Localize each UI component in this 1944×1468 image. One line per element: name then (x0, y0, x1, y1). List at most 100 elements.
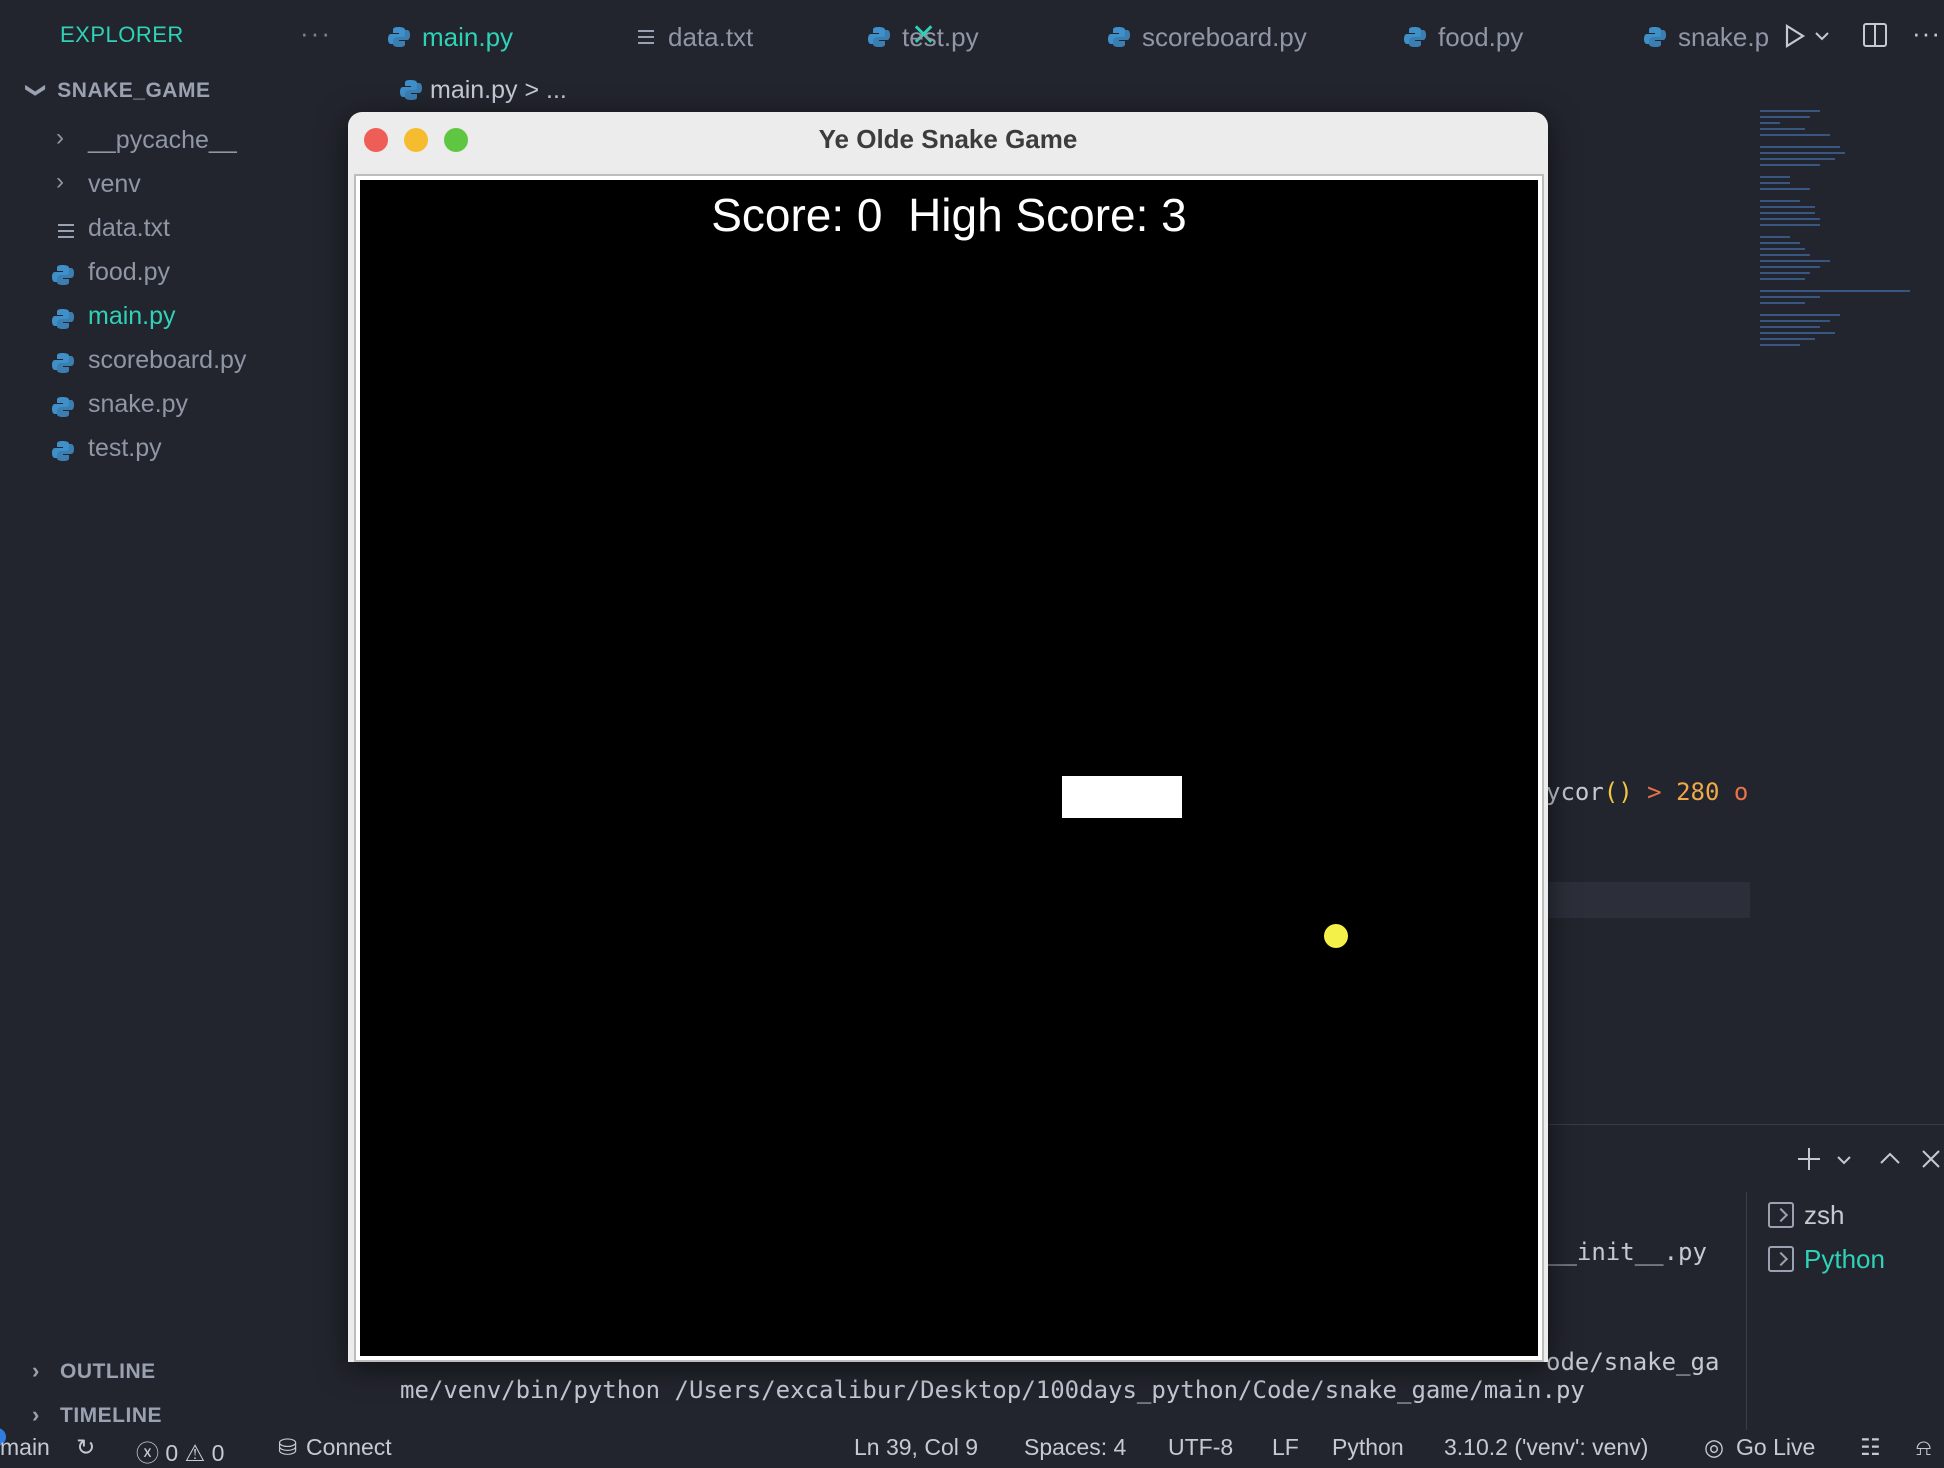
chevron-right-icon: › (56, 168, 64, 195)
split-editor-icon[interactable] (1862, 22, 1888, 48)
feedback-icon[interactable]: ☷ (1860, 1434, 1881, 1461)
python-file-icon (388, 27, 410, 47)
code-token: ycor (1546, 778, 1604, 806)
run-icon[interactable] (1784, 24, 1806, 48)
terminal-list-divider (1746, 1192, 1747, 1432)
broadcast-icon[interactable]: ◎ (1704, 1434, 1724, 1461)
folder-snake-game[interactable]: ❯ SNAKE_GAME (25, 78, 211, 103)
more-actions-icon[interactable]: ··· (1912, 18, 1941, 49)
cursor-position[interactable]: Ln 39, Col 9 (854, 1434, 978, 1461)
chevron-right-icon: › (32, 1402, 40, 1427)
terminal-icon (1768, 1246, 1794, 1272)
text-file-icon (638, 30, 654, 48)
go-live-label[interactable]: Go Live (1736, 1434, 1815, 1461)
tab-scoreboard-py[interactable]: scoreboard.py (1108, 18, 1318, 58)
tree-item-test-py[interactable]: test.py (0, 428, 352, 472)
tree-item-label: venv (88, 170, 141, 198)
timeline-label: TIMELINE (60, 1404, 162, 1427)
python-file-icon (52, 309, 74, 329)
tab-label: data.txt (668, 22, 754, 52)
more-actions-icon[interactable]: ··· (300, 18, 332, 49)
tab-data-txt[interactable]: data.txt (634, 18, 784, 58)
chevron-down-icon: ❯ (25, 81, 48, 100)
code-token: 280 (1676, 778, 1720, 806)
terminal-text-partial: ode/snake_ga (1546, 1348, 1720, 1376)
tree-item-main-py[interactable]: main.py (0, 296, 352, 340)
code-token: () (1603, 778, 1633, 806)
window-title: Ye Olde Snake Game (818, 124, 1078, 154)
folder-label: SNAKE_GAME (57, 79, 211, 102)
terminal-command-line: me/venv/bin/python /Users/excalibur/Desk… (400, 1376, 1585, 1404)
snake-segment (1142, 776, 1182, 818)
tree-item-label: data.txt (88, 214, 170, 242)
notifications-icon[interactable]: ⍾ (1916, 1434, 1931, 1461)
terminal-icon (1768, 1202, 1794, 1228)
encoding[interactable]: UTF-8 (1168, 1434, 1233, 1461)
snake-segment (1062, 776, 1102, 818)
minimap[interactable] (1760, 110, 1930, 390)
snake-segment (1102, 776, 1142, 818)
tab-food-py[interactable]: food.py (1404, 18, 1554, 58)
explorer-sidebar: EXPLORER ··· ❯ SNAKE_GAME › __pycache__ ›… (0, 0, 352, 1430)
tab-label: food.py (1438, 22, 1524, 52)
breadcrumb[interactable]: main.py > ... (400, 76, 567, 105)
tree-item-label: __pycache__ (88, 126, 237, 154)
indentation[interactable]: Spaces: 4 (1024, 1434, 1126, 1461)
tree-item-label: food.py (88, 258, 171, 286)
sync-icon[interactable]: ↻ (76, 1434, 95, 1461)
python-file-icon (400, 80, 422, 100)
tab-label: snake.p (1678, 22, 1770, 52)
breadcrumb-label: main.py > ... (430, 76, 567, 104)
python-file-icon (52, 265, 74, 285)
chevron-right-icon: › (32, 1358, 40, 1383)
end-of-line[interactable]: LF (1272, 1434, 1299, 1461)
canvas-frame: Score: 0 High Score: 3 (354, 174, 1544, 1362)
chevron-down-icon[interactable] (1836, 1154, 1852, 1166)
terminal-session-label: Python (1804, 1244, 1885, 1274)
maximize-panel-icon[interactable] (1878, 1150, 1902, 1166)
tree-item-pycache[interactable]: › __pycache__ (0, 120, 352, 164)
branch-label[interactable]: main (0, 1434, 50, 1461)
tree-item-label: scoreboard.py (88, 346, 247, 374)
panel-divider (1546, 1124, 1944, 1125)
python-file-icon (1108, 27, 1130, 47)
tree-item-venv[interactable]: › venv (0, 164, 352, 208)
window-titlebar[interactable]: Ye Olde Snake Game (348, 112, 1548, 168)
food-dot (1324, 924, 1348, 948)
code-token: > (1632, 778, 1677, 806)
language-mode[interactable]: Python (1332, 1434, 1404, 1461)
tree-item-label: snake.py (88, 390, 189, 418)
close-panel-icon[interactable] (1920, 1148, 1942, 1170)
python-file-icon (52, 397, 74, 417)
problems-indicator[interactable]: ⓧ 0 ⚠ 0 (136, 1434, 224, 1468)
explorer-title: EXPLORER (60, 22, 184, 47)
tab-main-py[interactable]: main.py (388, 18, 538, 58)
tree-item-snake-py[interactable]: snake.py (0, 384, 352, 428)
connect-label[interactable]: Connect (306, 1434, 392, 1461)
tab-test-py[interactable]: test.py (868, 18, 1018, 58)
current-line-highlight (1546, 882, 1750, 918)
database-icon[interactable]: ⛁ (278, 1434, 297, 1461)
game-canvas[interactable]: Score: 0 High Score: 3 (360, 180, 1538, 1356)
python-file-icon (1404, 27, 1426, 47)
tab-snake-py[interactable]: snake.p (1644, 18, 1774, 58)
scoreboard-text: Score: 0 High Score: 3 (711, 189, 1187, 241)
python-file-icon (868, 27, 890, 47)
tree-item-food-py[interactable]: food.py (0, 252, 352, 296)
new-terminal-icon[interactable] (1796, 1146, 1822, 1172)
code-line-fragment: ycor() > 280 o (1546, 778, 1748, 806)
terminal-session-label: zsh (1804, 1200, 1845, 1230)
python-interpreter[interactable]: 3.10.2 ('venv': venv) (1444, 1434, 1648, 1461)
tree-item-label: main.py (88, 302, 176, 330)
tree-item-data-txt[interactable]: data.txt (0, 208, 352, 252)
game-window: Ye Olde Snake Game Score: 0 High Score: … (348, 112, 1548, 1362)
outline-label: OUTLINE (60, 1360, 156, 1383)
tab-label: scoreboard.py (1142, 22, 1307, 52)
tab-label: main.py (422, 22, 514, 52)
tab-label: test.py (902, 22, 979, 52)
code-token: o (1719, 778, 1749, 806)
tree-item-label: test.py (88, 434, 162, 462)
chevron-down-icon[interactable] (1814, 30, 1830, 42)
tree-item-scoreboard-py[interactable]: scoreboard.py (0, 340, 352, 384)
editor-tabs: main.py ✕ data.txt test.py scoreboard.py… (352, 0, 1944, 72)
